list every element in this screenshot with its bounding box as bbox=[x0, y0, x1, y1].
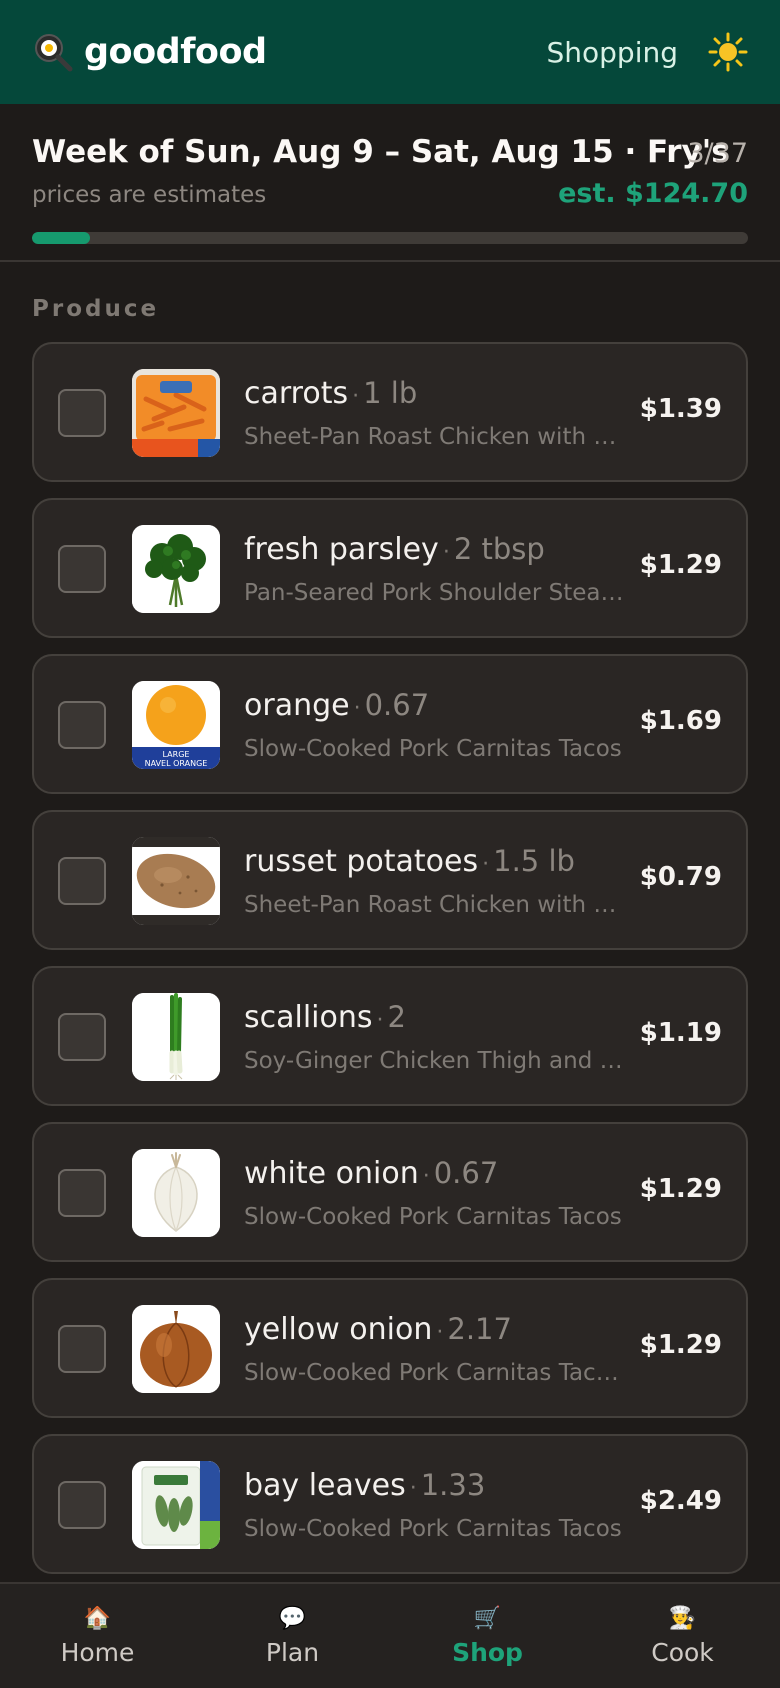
checked-count: 3/37 bbox=[687, 138, 748, 169]
russet-potato-image bbox=[132, 837, 220, 925]
price-note: prices are estimates bbox=[32, 182, 267, 208]
item-quantity: 0.67 bbox=[364, 688, 430, 722]
white-onion-image bbox=[132, 1149, 220, 1237]
bay-leaves-image bbox=[132, 1461, 220, 1549]
item-quantity: 0.67 bbox=[433, 1156, 499, 1190]
nav-cook[interactable]: 👨‍🍳 Cook bbox=[585, 1584, 780, 1688]
orange-label-text: LARGE bbox=[163, 750, 190, 759]
item-recipe: Pan-Seared Pork Shoulder Steak… bbox=[244, 580, 624, 606]
item-name: carrots bbox=[244, 376, 349, 411]
item-price: $1.69 bbox=[639, 706, 722, 736]
list-item[interactable]: bay leaves · 1.33 Slow-Cooked Pork Carnita… bbox=[32, 1434, 748, 1574]
list-item[interactable]: white onion · 0.67 Slow-Cooked Pork Carnit… bbox=[32, 1122, 748, 1262]
item-quantity: 2 bbox=[387, 1000, 406, 1034]
list-item[interactable]: LARGE NAVEL ORANGE orange · 0.67 Slow-Cook… bbox=[32, 654, 748, 794]
orange-label-text-2: NAVEL ORANGE bbox=[145, 759, 208, 768]
item-name: white onion bbox=[244, 1156, 419, 1191]
list-item[interactable]: fresh parsley · 2 tbsp Pan-Seared Pork Sho… bbox=[32, 498, 748, 638]
item-price: $1.29 bbox=[639, 550, 722, 580]
sun-icon[interactable] bbox=[708, 32, 748, 72]
speech-bubble-icon: 💬 bbox=[278, 1606, 307, 1631]
item-checkbox[interactable] bbox=[58, 1481, 106, 1529]
item-recipe: Slow-Cooked Pork Carnitas Taco… bbox=[244, 1360, 624, 1386]
item-quantity: 1.33 bbox=[420, 1468, 486, 1502]
item-price: $1.29 bbox=[639, 1330, 722, 1360]
week-title[interactable]: Week of Sun, Aug 9 – Sat, Aug 15 · Fry's bbox=[32, 134, 730, 170]
item-price: $0.79 bbox=[639, 862, 722, 892]
nav-shop[interactable]: 🛒 Shop bbox=[390, 1584, 585, 1688]
separator-dot: · bbox=[422, 1164, 430, 1189]
item-quantity: 1.5 lb bbox=[493, 844, 575, 878]
week-header: Week of Sun, Aug 9 – Sat, Aug 15 · Fry's… bbox=[0, 104, 780, 262]
item-checkbox[interactable] bbox=[58, 545, 106, 593]
baby-carrots-image bbox=[132, 369, 220, 457]
item-name: yellow onion bbox=[244, 1312, 433, 1347]
item-checkbox[interactable] bbox=[58, 701, 106, 749]
list-item[interactable]: yellow onion · 2.17 Slow-Cooked Pork Carni… bbox=[32, 1278, 748, 1418]
item-name: orange bbox=[244, 688, 350, 723]
separator-dot: · bbox=[353, 696, 361, 721]
item-name: bay leaves bbox=[244, 1468, 406, 1503]
list-item[interactable]: scallions · 2 Soy-Ginger Chicken Thigh and… bbox=[32, 966, 748, 1106]
list-item[interactable]: carrots · 1 lb Sheet-Pan Roast Chicken wit… bbox=[32, 342, 748, 482]
item-checkbox[interactable] bbox=[58, 857, 106, 905]
house-icon: 🏠 bbox=[83, 1606, 112, 1631]
app-logo-text[interactable]: goodfood bbox=[84, 32, 267, 72]
item-price: $1.19 bbox=[639, 1018, 722, 1048]
parsley-image bbox=[132, 525, 220, 613]
nav-label: Cook bbox=[651, 1638, 714, 1667]
item-quantity: 1 lb bbox=[363, 376, 418, 410]
item-checkbox[interactable] bbox=[58, 1169, 106, 1217]
item-checkbox[interactable] bbox=[58, 1013, 106, 1061]
progress-fill bbox=[32, 232, 90, 244]
bottom-nav: 🏠 Home 💬 Plan 🛒 Shop 👨‍🍳 Cook bbox=[0, 1582, 780, 1688]
frying-pan-egg-icon bbox=[32, 31, 74, 73]
separator-dot: · bbox=[442, 540, 450, 565]
nav-plan[interactable]: 💬 Plan bbox=[195, 1584, 390, 1688]
list-item[interactable]: russet potatoes · 1.5 lb Sheet-Pan Roast C… bbox=[32, 810, 748, 950]
item-recipe: Sheet-Pan Roast Chicken with P… bbox=[244, 892, 624, 918]
item-checkbox[interactable] bbox=[58, 1325, 106, 1373]
shopping-cart-icon: 🛒 bbox=[473, 1606, 502, 1631]
separator-dot: · bbox=[436, 1320, 444, 1345]
item-recipe: Sheet-Pan Roast Chicken with P… bbox=[244, 424, 624, 450]
navel-orange-image: LARGE NAVEL ORANGE bbox=[132, 681, 220, 769]
item-price: $1.39 bbox=[639, 394, 722, 424]
mode-label: Shopping bbox=[546, 35, 679, 69]
item-recipe: Slow-Cooked Pork Carnitas Tacos bbox=[244, 736, 622, 762]
item-price: $2.49 bbox=[639, 1486, 722, 1516]
nav-label: Shop bbox=[452, 1638, 523, 1667]
item-recipe: Slow-Cooked Pork Carnitas Tacos bbox=[244, 1516, 622, 1542]
section-title-produce: Produce bbox=[32, 296, 160, 322]
item-price: $1.29 bbox=[639, 1174, 722, 1204]
item-quantity: 2 tbsp bbox=[453, 532, 545, 566]
estimated-total: est. $124.70 bbox=[558, 178, 748, 209]
item-recipe: Slow-Cooked Pork Carnitas Tacos bbox=[244, 1204, 622, 1230]
scallions-image bbox=[132, 993, 220, 1081]
yellow-onion-image bbox=[132, 1305, 220, 1393]
item-checkbox[interactable] bbox=[58, 389, 106, 437]
nav-label: Home bbox=[60, 1638, 135, 1667]
item-name: fresh parsley bbox=[244, 532, 439, 567]
top-bar: goodfood Shopping bbox=[0, 0, 780, 104]
progress-bar bbox=[32, 232, 748, 244]
separator-dot: · bbox=[376, 1008, 384, 1033]
item-recipe: Soy-Ginger Chicken Thigh and R… bbox=[244, 1048, 624, 1074]
separator-dot: · bbox=[409, 1476, 417, 1501]
nav-label: Plan bbox=[265, 1638, 320, 1667]
chef-icon: 👨‍🍳 bbox=[668, 1606, 697, 1631]
separator-dot: · bbox=[352, 384, 360, 409]
nav-home[interactable]: 🏠 Home bbox=[0, 1584, 195, 1688]
item-name: russet potatoes bbox=[244, 844, 479, 879]
item-name: scallions bbox=[244, 1000, 373, 1035]
shopping-list: carrots · 1 lb Sheet-Pan Roast Chicken wit… bbox=[32, 342, 748, 1590]
separator-dot: · bbox=[482, 852, 490, 877]
item-quantity: 2.17 bbox=[447, 1312, 512, 1346]
